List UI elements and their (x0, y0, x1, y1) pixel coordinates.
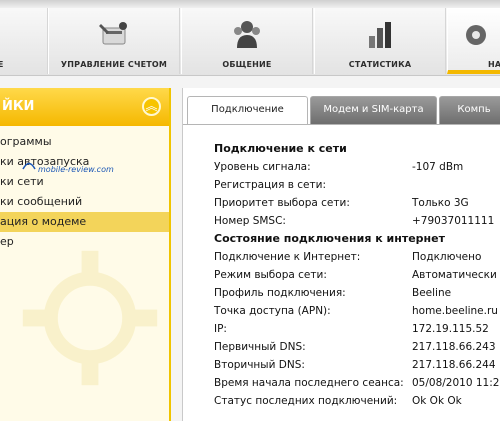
info-row: Подключение к Интернет: Подключено (214, 248, 500, 266)
card-wrench-icon (99, 22, 127, 45)
gear-watermark-icon (22, 250, 158, 386)
tab-computer[interactable]: Компь (439, 96, 500, 124)
tab-connection[interactable]: Подключение (187, 96, 308, 125)
people-icon (234, 21, 260, 48)
info-row: Время начала последнего сеанса: 05/08/201… (214, 374, 500, 392)
info-key: Первичный DNS: (214, 341, 306, 353)
info-value: Подключено (412, 251, 482, 263)
info-key: Статус последних подключений: (214, 395, 398, 407)
info-value: Только 3G (412, 197, 469, 209)
info-value: home.beeline.ru (412, 305, 498, 317)
toolbar-button-label: СТАТИСТИКА (348, 60, 412, 69)
settings-sidebar: ЙКИ ︽ ограммы ки автозапуска ки сети ки … (0, 88, 171, 421)
watermark-logo-icon (22, 162, 36, 170)
info-value: 217.118.66.244 (412, 359, 496, 371)
info-key: Регистрация в сети: (214, 179, 326, 191)
info-key: Уровень сигнала: (214, 161, 311, 173)
info-key: Приоритет выбора сети: (214, 197, 350, 209)
info-row: Регистрация в сети: (214, 176, 500, 194)
sidebar-menu: ограммы ки автозапуска ки сети ки сообще… (0, 126, 169, 252)
section-title-network: Подключение к сети (214, 142, 347, 155)
info-key: Подключение к Интернет: (214, 251, 361, 263)
statistics-icon (369, 22, 391, 48)
info-row: Профиль подключения: Beeline (214, 284, 500, 302)
info-row: Точка доступа (APN): home.beeline.ru (214, 302, 500, 320)
toolbar-top-strip (0, 0, 500, 8)
info-value: +79037011111 (412, 215, 495, 227)
info-key: Время начала последнего сеанса: (214, 377, 404, 389)
sidebar-header: ЙКИ ︽ (0, 88, 169, 126)
info-value: Ok Ok Ok (412, 395, 462, 407)
watermark-text: mobile-review.com (38, 165, 114, 174)
info-row: Номер SMSC: +79037011111 (214, 212, 500, 230)
info-key: Вторичный DNS: (214, 359, 305, 371)
info-key: Режим выбора сети: (214, 269, 327, 281)
collapse-chevron-icon[interactable]: ︽ (142, 97, 161, 116)
info-value: 217.118.66.243 (412, 341, 496, 353)
info-row: Вторичный DNS: 217.118.66.244 (214, 356, 500, 374)
app-window: ИЕ УПРАВЛЕНИЕ СЧЕТОМ ОБЩЕНИЕ (0, 0, 500, 421)
info-key: IP: (214, 323, 227, 335)
info-row: IP: 172.19.115.52 (214, 320, 500, 338)
toolbar-button-label: НА (488, 60, 500, 69)
info-value: 05/08/2010 11:21 (412, 377, 500, 389)
settings-icon (466, 25, 486, 45)
info-value: -107 dBm (412, 161, 464, 173)
toolbar-button-communication[interactable]: ОБЩЕНИЕ (181, 8, 313, 74)
section-title-internet: Состояние подключения к интернет (214, 232, 445, 245)
tab-divider (183, 124, 500, 125)
info-row: Первичный DNS: 217.118.66.243 (214, 338, 500, 356)
toolbar-button-account[interactable]: УПРАВЛЕНИЕ СЧЕТОМ (48, 8, 180, 74)
sidebar-item-network[interactable]: ки сети (0, 172, 169, 192)
info-value: 172.19.115.52 (412, 323, 489, 335)
info-key: Профиль подключения: (214, 287, 346, 299)
tab-modem-sim[interactable]: Модем и SIM-карта (310, 96, 437, 124)
toolbar-button-label: ОБЩЕНИЕ (222, 60, 272, 69)
toolbar-button-settings[interactable]: НА (447, 8, 500, 74)
toolbar-button-tools[interactable]: ИЕ (0, 8, 48, 74)
info-row: Режим выбора сети: Автоматически (214, 266, 500, 284)
sidebar-item-modem-info[interactable]: ация о модеме (0, 212, 169, 232)
top-toolbar: ИЕ УПРАВЛЕНИЕ СЧЕТОМ ОБЩЕНИЕ (0, 0, 500, 76)
content-panel: Подключение Модем и SIM-карта Компь Подк… (182, 88, 500, 421)
toolbar-button-label: ИЕ (0, 60, 4, 69)
info-row: Статус последних подключений: Ok Ok Ok (214, 392, 500, 410)
info-row: Приоритет выбора сети: Только 3G (214, 194, 500, 212)
info-value: Автоматически (412, 269, 497, 281)
info-value: Beeline (412, 287, 452, 299)
toolbar-button-label: УПРАВЛЕНИЕ СЧЕТОМ (60, 60, 168, 69)
info-key: Точка доступа (APN): (214, 305, 331, 317)
sidebar-item-other[interactable]: ер (0, 232, 169, 252)
toolbar-button-statistics[interactable]: СТАТИСТИКА (314, 8, 446, 74)
sidebar-item-messages[interactable]: ки сообщений (0, 192, 169, 212)
tab-bar: Подключение Модем и SIM-карта Компь (183, 96, 500, 125)
info-row: Уровень сигнала: -107 dBm (214, 158, 500, 176)
sidebar-item-programs[interactable]: ограммы (0, 132, 169, 152)
info-key: Номер SMSC: (214, 215, 286, 227)
sidebar-title: ЙКИ (2, 99, 35, 114)
connection-info: Подключение к сети Уровень сигнала: -107 … (214, 140, 500, 410)
